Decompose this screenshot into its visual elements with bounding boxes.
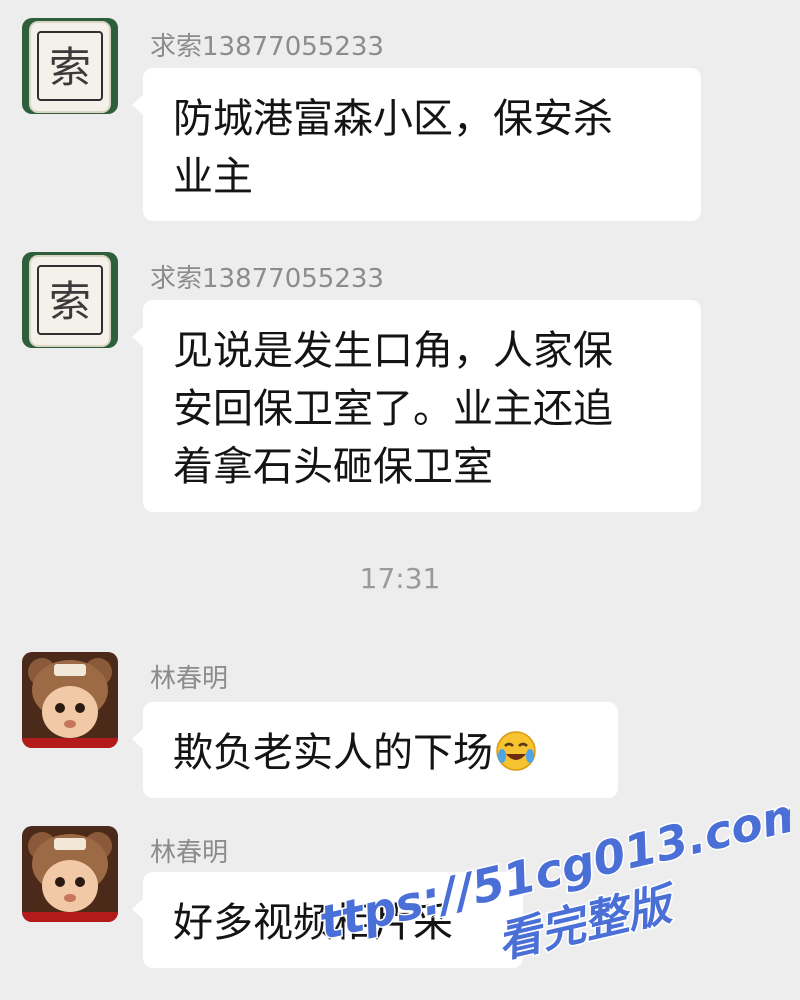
child-avatar-icon — [22, 652, 118, 748]
tile-character: 索 — [49, 277, 91, 326]
message-text-line: 业主 — [173, 154, 253, 200]
sender-name: 求索13877055233 — [150, 32, 384, 62]
message-bubble[interactable]: 见说是发生口角，人家保 安回保卫室了。业主还追 着拿石头砸保卫室 — [132, 300, 701, 512]
message-bubble[interactable]: 欺负老实人的下场 — [132, 702, 618, 798]
message-text-line: 安回保卫室了。业主还追 — [173, 386, 613, 432]
message-bubble[interactable]: 好多视频相片采 — [132, 872, 523, 968]
sender-name: 林春明 — [150, 664, 229, 694]
sender-avatar[interactable] — [22, 652, 118, 748]
message-text: 欺负老实人的下场 — [173, 730, 493, 776]
child-avatar-icon — [22, 826, 118, 922]
sender-name: 求索13877055233 — [150, 264, 384, 294]
message-text-line: 欺负老实人的下场 — [173, 724, 588, 788]
crying-laughing-emoji-icon — [495, 730, 537, 788]
chat-timestamp: 17:31 — [359, 562, 441, 595]
tile-character: 索 — [49, 43, 91, 92]
sender-name: 林春明 — [150, 838, 229, 868]
sender-avatar[interactable]: 索 — [22, 18, 118, 114]
message-bubble[interactable]: 防城港富森小区，保安杀 业主 — [132, 68, 701, 221]
mahjong-tile-avatar-icon: 索 — [22, 252, 118, 348]
mahjong-tile-avatar-icon: 索 — [22, 18, 118, 114]
message-text-line: 好多视频相片采 — [173, 900, 453, 946]
sender-avatar[interactable] — [22, 826, 118, 922]
sender-avatar[interactable]: 索 — [22, 252, 118, 348]
message-text-line: 见说是发生口角，人家保 — [173, 328, 613, 374]
message-text-line: 着拿石头砸保卫室 — [173, 444, 493, 490]
message-text-line: 防城港富森小区，保安杀 — [173, 96, 613, 142]
